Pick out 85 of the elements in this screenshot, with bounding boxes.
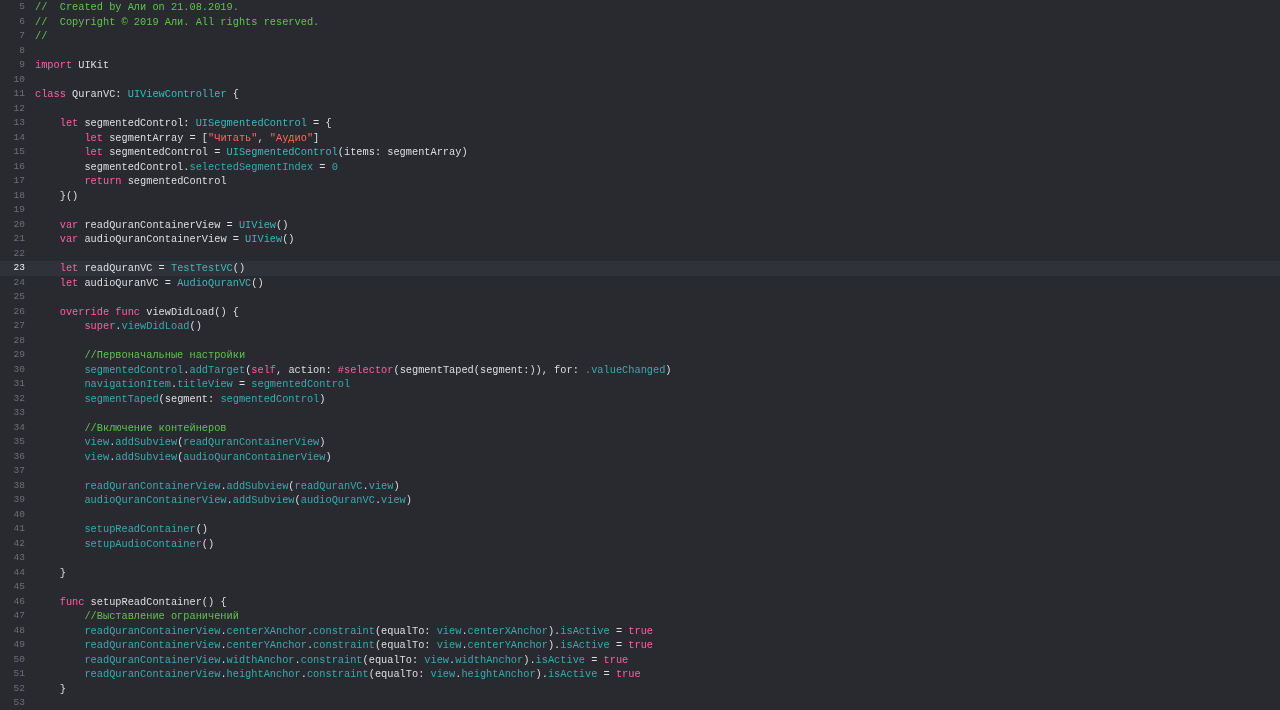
line-number: 26 <box>12 304 25 319</box>
code-line: class QuranVC: UIViewController { <box>35 87 239 102</box>
line-number: 44 <box>12 565 25 580</box>
line-number: 37 <box>12 464 25 478</box>
line-number: 46 <box>12 594 25 609</box>
code-line: var audioQuranContainerView = UIView() <box>58 232 295 247</box>
code-line: var readQuranContainerView = UIView() <box>58 217 289 232</box>
code-line: view.addSubview(readQuranContainerView) <box>83 435 326 450</box>
line-number: 24 <box>12 275 25 290</box>
line-number: 53 <box>12 696 25 710</box>
code-line: // Copyright © 2019 Али. All rights reserved. <box>35 14 320 29</box>
code-line: return segmentedControl <box>83 174 227 189</box>
code-line: let readQuranVC = TestTestVC() <box>58 261 246 276</box>
line-number: 31 <box>12 377 25 391</box>
line-number: 18 <box>12 188 25 203</box>
line-number: 23 <box>12 261 25 275</box>
line-number: 19 <box>12 203 25 217</box>
code-line: override func viewDidLoad() { <box>58 304 239 319</box>
code-line: segmentedControl.selectedSegmentIndex = 0 <box>83 159 338 174</box>
line-number: 38 <box>12 478 25 493</box>
line-number: 22 <box>12 246 25 261</box>
code-line: func setupReadContainer() { <box>58 594 227 609</box>
line-number: 21 <box>12 232 25 246</box>
code-line: segmentedControl.addTarget(self, action: #selector(segmentTaped(segment:)), for: .valueChanged) <box>83 362 672 377</box>
line-number: 16 <box>12 159 25 174</box>
line-number: 27 <box>12 319 25 333</box>
line-number: 7 <box>18 29 25 43</box>
code-line: // Created by Али on 21.08.2019. <box>35 0 239 15</box>
line-number: 13 <box>12 116 25 130</box>
line-number: 32 <box>12 391 25 406</box>
code-line: //Включение контейнеров <box>83 420 227 435</box>
code-line: setupAudioContainer() <box>83 536 215 551</box>
line-number: 35 <box>12 435 25 449</box>
line-number: 45 <box>12 580 25 594</box>
line-number: 14 <box>12 130 25 145</box>
code-line: super.viewDidLoad() <box>83 319 202 334</box>
code-line: import UIKit <box>35 58 110 73</box>
code-line: readQuranContainerView.heightAnchor.constraint(equalTo: view.heightAnchor).isActive = true <box>83 667 641 682</box>
line-number: 48 <box>12 623 25 638</box>
line-number: 28 <box>12 333 25 348</box>
line-number: 15 <box>12 145 25 159</box>
code-line: } <box>58 565 66 580</box>
code-line: setupReadContainer() <box>83 522 209 537</box>
code-line: readQuranContainerView.widthAnchor.constraint(equalTo: view.widthAnchor).isActive = true <box>83 652 629 667</box>
line-number: 17 <box>12 174 25 188</box>
line-number: 33 <box>12 406 25 420</box>
code-line: let audioQuranVC = AudioQuranVC() <box>58 275 264 290</box>
line-number: 8 <box>18 43 25 58</box>
line-number: 10 <box>12 72 25 87</box>
code-line: //Первоначальные настройки <box>83 348 246 363</box>
code-line: // <box>35 29 48 44</box>
line-number: 20 <box>12 217 25 232</box>
code-line: //Выставление ограничений <box>83 609 239 624</box>
line-number: 36 <box>12 449 25 464</box>
code-line: } <box>58 681 66 696</box>
line-number: 42 <box>12 536 25 551</box>
line-number: 51 <box>12 667 25 681</box>
line-number: 25 <box>12 290 25 304</box>
line-number: 40 <box>12 507 25 522</box>
line-number: 6 <box>18 14 25 29</box>
line-number: 29 <box>12 348 25 362</box>
line-number: 39 <box>12 493 25 507</box>
line-number: 47 <box>12 609 25 623</box>
line-number: 41 <box>12 522 25 536</box>
code-line: segmentTaped(segment: segmentedControl) <box>83 391 326 406</box>
code-line: }() <box>58 188 79 203</box>
line-number: 34 <box>12 420 25 435</box>
code-line: let segmentedControl: UISegmentedControl = { <box>58 116 332 131</box>
line-number: 12 <box>12 101 25 116</box>
line-number: 5 <box>18 0 25 14</box>
line-number: 11 <box>12 87 25 101</box>
line-number: 30 <box>12 362 25 377</box>
code-line: view.addSubview(audioQuranContainerView) <box>83 449 332 464</box>
line-number: 9 <box>18 58 25 72</box>
code-line: navigationItem.titleView = segmentedControl <box>83 377 351 392</box>
code-line: audioQuranContainerView.addSubview(audioQuranVC.view) <box>83 493 412 508</box>
code-line: let segmentArray = ["Читать", "Аудио"] <box>83 130 320 145</box>
line-number: 49 <box>12 638 25 652</box>
code-line: readQuranContainerView.addSubview(readQuranVC.view) <box>83 478 400 493</box>
code-line: readQuranContainerView.centerYAnchor.constraint(equalTo: view.centerYAnchor).isActive = true <box>83 638 653 653</box>
code-line: readQuranContainerView.centerXAnchor.constraint(equalTo: view.centerXAnchor).isActive = true <box>83 623 653 638</box>
code-line: let segmentedControl = UISegmentedControl(items: segmentArray) <box>83 145 468 160</box>
line-number: 52 <box>12 681 25 696</box>
line-number: 43 <box>12 551 25 565</box>
line-number: 50 <box>12 652 25 667</box>
